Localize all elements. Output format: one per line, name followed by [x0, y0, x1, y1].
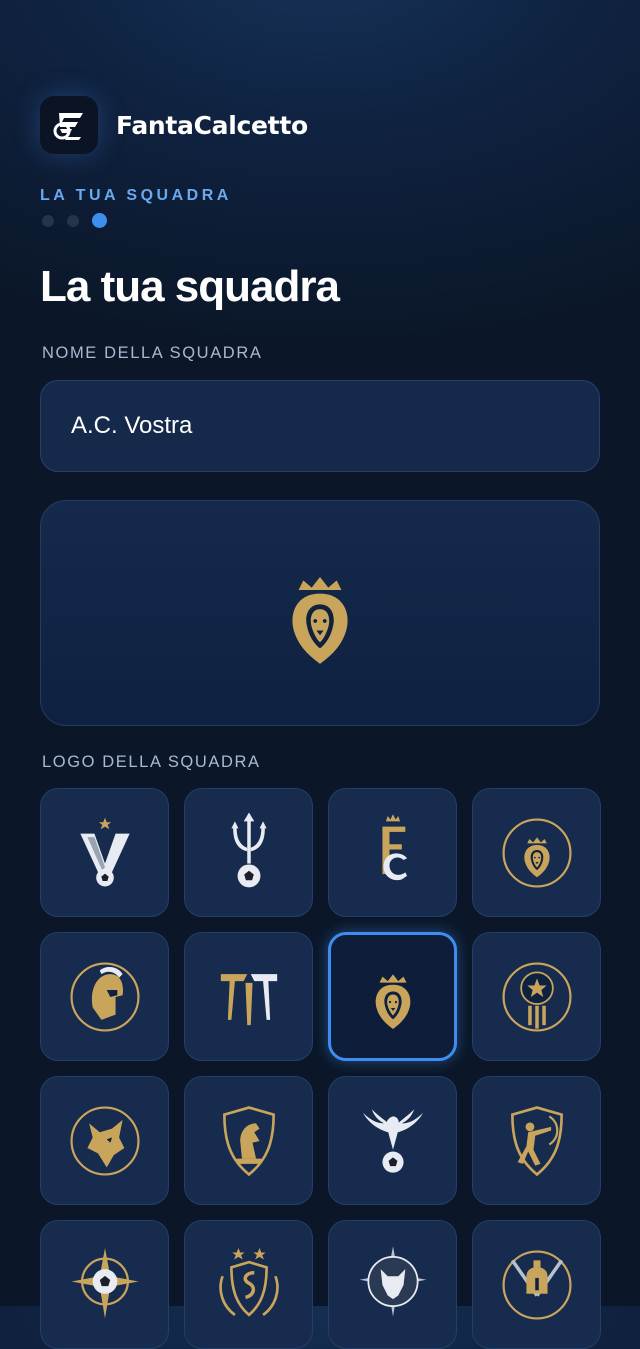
tt-monogram-icon — [220, 973, 277, 1025]
step-label: LA TUA SQUADRA — [40, 187, 232, 204]
wolf-circle-icon — [69, 1105, 140, 1176]
crowned-lion-icon — [375, 973, 410, 1029]
logo-option-tt-monogram-logo[interactable] — [184, 932, 313, 1061]
logo-option-wolf-circle-logo[interactable] — [40, 1076, 169, 1205]
step-dot-2 — [67, 214, 79, 227]
logo-option-eagle-ball-logo[interactable] — [328, 1076, 457, 1205]
step-dot-1 — [42, 214, 54, 227]
logo-option-fc-crown-logo[interactable] — [328, 788, 457, 917]
app-name: FantaCalcetto — [116, 110, 308, 140]
team-logo-label: LOGO DELLA SQUADRA — [42, 753, 261, 771]
team-name-input[interactable] — [40, 380, 600, 472]
step-dot-3-active — [92, 213, 107, 228]
serpent-laurel-icon — [218, 1247, 279, 1317]
fc-crown-icon — [381, 813, 407, 880]
logo-option-wolf-star-logo[interactable] — [328, 1220, 457, 1349]
logo-preview — [40, 500, 600, 726]
logo-grid — [40, 788, 601, 1349]
logo-option-trident-ball-logo[interactable] — [184, 788, 313, 917]
app-header: FantaCalcetto — [40, 96, 308, 154]
v-ball-icon — [79, 817, 130, 886]
fc-logo-icon — [40, 96, 98, 154]
knight-shield-icon — [222, 1105, 275, 1176]
page-title: La tua squadra — [40, 262, 340, 311]
archer-shield-icon — [510, 1105, 563, 1176]
logo-option-lion-circle-logo[interactable] — [472, 788, 601, 917]
logo-option-archer-shield-logo[interactable] — [472, 1076, 601, 1205]
lion-circle-icon — [501, 817, 572, 888]
gladiator-swords-icon — [501, 1249, 572, 1320]
step-indicator — [42, 213, 120, 228]
spartan-helmet-icon — [69, 961, 140, 1032]
star-ball-pillars-icon — [501, 961, 572, 1032]
logo-option-spartan-helmet-logo[interactable] — [40, 932, 169, 1061]
logo-option-serpent-laurel-logo[interactable] — [184, 1220, 313, 1349]
wolf-star-icon — [359, 1245, 426, 1317]
logo-option-gladiator-swords-logo[interactable] — [472, 1220, 601, 1349]
logo-option-v-ball-logo[interactable] — [40, 788, 169, 917]
logo-option-star-ball-pillars-logo[interactable] — [472, 932, 601, 1061]
team-name-label: NOME DELLA SQUADRA — [42, 344, 263, 362]
trident-ball-icon — [230, 812, 267, 887]
logo-option-knight-shield-logo[interactable] — [184, 1076, 313, 1205]
logo-option-compass-ball-logo[interactable] — [40, 1220, 169, 1349]
logo-option-crowned-lion-logo[interactable] — [328, 932, 457, 1061]
eagle-ball-icon — [362, 1108, 423, 1173]
crowned-lion-icon — [292, 576, 348, 664]
compass-ball-icon — [71, 1247, 138, 1318]
